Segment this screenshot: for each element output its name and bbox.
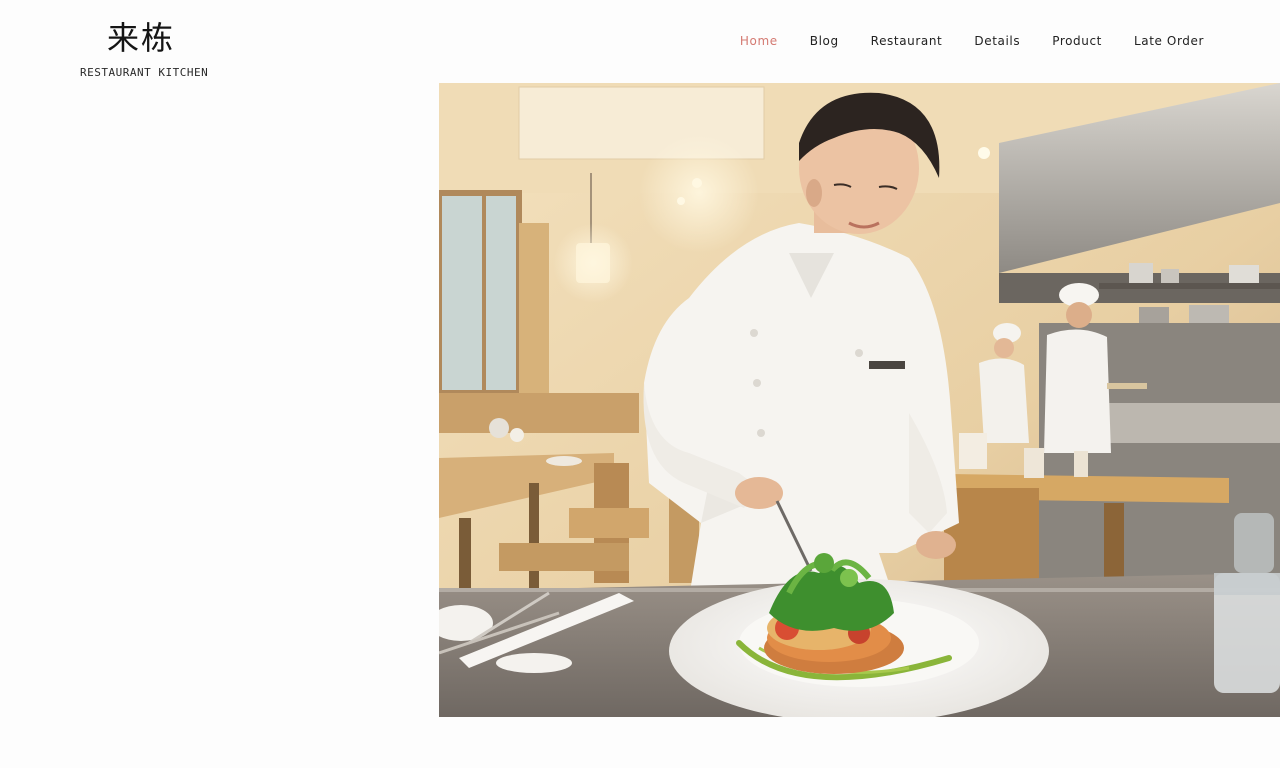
nav-late-order[interactable]: Late Order: [1134, 34, 1204, 48]
nav-blog[interactable]: Blog: [810, 34, 839, 48]
main-nav: Home Blog Restaurant Details Product Lat…: [740, 34, 1204, 48]
nav-details[interactable]: Details: [974, 34, 1020, 48]
hero-image: [439, 83, 1280, 717]
nav-product[interactable]: Product: [1052, 34, 1102, 48]
nav-restaurant[interactable]: Restaurant: [871, 34, 943, 48]
site-logo[interactable]: 来栋 RESTAURANT KITCHEN: [80, 18, 209, 79]
logo-mark: 来栋: [106, 19, 175, 57]
logo-tagline: RESTAURANT KITCHEN: [80, 66, 209, 79]
chef-plating-illustration: [439, 83, 1280, 717]
nav-home[interactable]: Home: [740, 34, 778, 48]
